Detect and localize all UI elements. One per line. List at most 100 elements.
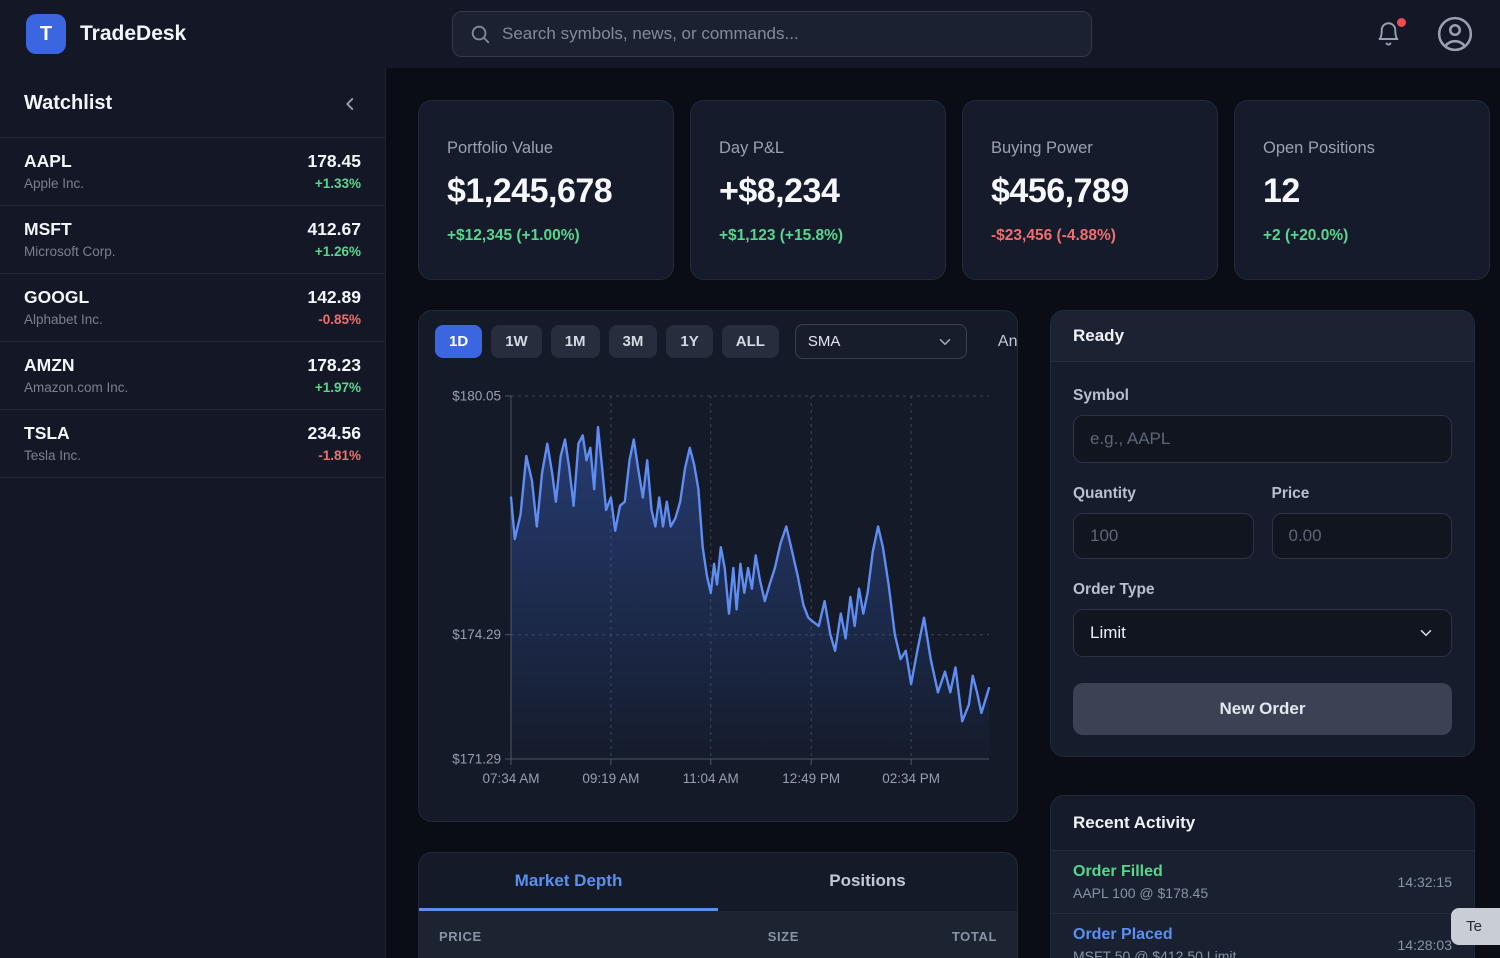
market-depth-card: Market DepthPositions PRICESIZETOTAL	[418, 852, 1018, 958]
watchlist-company: Amazon.com Inc.	[24, 380, 128, 395]
topbar: T TradeDesk	[0, 0, 1500, 68]
watchlist-company: Microsoft Corp.	[24, 244, 116, 259]
activity-detail: AAPL 100 @ $178.45	[1073, 885, 1208, 901]
new-order-button[interactable]: New Order	[1073, 683, 1452, 735]
watchlist-company: Apple Inc.	[24, 176, 84, 191]
svg-text:$171.29: $171.29	[452, 752, 501, 767]
stat-value: +$8,234	[719, 172, 917, 211]
watchlist-row-googl[interactable]: GOOGLAlphabet Inc.142.89-0.85%	[0, 274, 385, 342]
notifications-button[interactable]	[1375, 21, 1402, 48]
quantity-label: Quantity	[1073, 485, 1254, 503]
stat-value: 12	[1263, 172, 1461, 211]
chevron-down-icon	[936, 333, 954, 351]
svg-text:02:34 PM: 02:34 PM	[882, 771, 940, 786]
watchlist-row-right: 178.45+1.33%	[307, 151, 361, 191]
stat-label: Portfolio Value	[447, 139, 645, 158]
collapse-sidebar-button[interactable]	[339, 93, 361, 115]
stats-row: Portfolio Value$1,245,678+$12,345 (+1.00…	[418, 100, 1500, 280]
stat-label: Open Positions	[1263, 139, 1461, 158]
brand-name: TradeDesk	[80, 22, 186, 46]
watchlist-title: Watchlist	[24, 92, 112, 115]
activity-title: Order Filled	[1073, 863, 1208, 881]
watchlist-price: 412.67	[307, 219, 361, 240]
svg-text:$174.29: $174.29	[452, 627, 501, 642]
activity-time: 14:28:03	[1398, 937, 1453, 953]
column-header-size: SIZE	[625, 929, 811, 944]
price-chart[interactable]: $180.05$174.29$171.2907:34 AM09:19 AM11:…	[419, 366, 1018, 818]
watchlist-row-msft[interactable]: MSFT Microsoft Corp. 412.67 +1.26%	[0, 206, 385, 274]
indicator-select[interactable]: SMA	[795, 324, 967, 359]
price-input[interactable]	[1272, 513, 1453, 559]
order-type-value: Limit	[1090, 623, 1126, 643]
watchlist-symbol: MSFT	[24, 219, 116, 240]
stat-change: +2 (+20.0%)	[1263, 227, 1461, 245]
svg-text:09:19 AM: 09:19 AM	[582, 771, 639, 786]
order-status: Ready	[1051, 311, 1474, 362]
stat-card-buying-power: Buying Power$456,789-$23,456 (-4.88%)	[962, 100, 1218, 280]
column-header-price: PRICE	[439, 929, 625, 944]
watchlist-row-left: AAPL Apple Inc.	[24, 151, 84, 191]
watchlist-row-tsla[interactable]: TSLA Tesla Inc. 234.56-1.81%	[0, 410, 385, 478]
watchlist-row-amzn[interactable]: AMZN Amazon.com Inc. 178.23 +1.97%	[0, 342, 385, 410]
notification-badge	[1397, 18, 1406, 27]
watchlist-change: -0.85%	[307, 312, 361, 327]
price-label: Price	[1272, 485, 1453, 503]
stat-card-open-positions: Open Positions 12 +2 (+20.0%)	[1234, 100, 1490, 280]
search-bar[interactable]	[452, 11, 1092, 57]
main-area: Portfolio Value$1,245,678+$12,345 (+1.00…	[386, 68, 1500, 958]
order-type-select[interactable]: Limit	[1073, 609, 1452, 657]
recent-activity-card: Recent Activity Order Filled AAPL 100 @ $…	[1050, 795, 1475, 958]
range-button-all[interactable]: ALL	[722, 325, 779, 358]
symbol-input[interactable]	[1073, 415, 1452, 463]
activity-title: Order Placed	[1073, 926, 1236, 944]
depth-tabs: Market DepthPositions	[419, 853, 1017, 911]
watchlist-row-left: AMZN Amazon.com Inc.	[24, 355, 128, 395]
tab-positions[interactable]: Positions	[718, 853, 1017, 911]
price-chart-card: 1D1W1M3M1YALL SMA Anno $180.05$174.29$17…	[418, 310, 1018, 822]
search-icon	[469, 23, 491, 45]
stat-value: $456,789	[991, 172, 1189, 211]
watchlist-price: 234.56	[307, 423, 361, 444]
chevron-down-icon	[1417, 624, 1435, 642]
range-button-1y[interactable]: 1Y	[666, 325, 712, 358]
watchlist-symbol: AAPL	[24, 151, 84, 172]
depth-table-header: PRICESIZETOTAL	[419, 911, 1017, 958]
watchlist-symbol: TSLA	[24, 423, 81, 444]
watchlist-row-left: TSLA Tesla Inc.	[24, 423, 81, 463]
range-button-1d[interactable]: 1D	[435, 325, 482, 358]
order-ticket-card: Ready Symbol Quantity Price	[1050, 310, 1475, 757]
stat-card-portfolio-value: Portfolio Value$1,245,678+$12,345 (+1.00…	[418, 100, 674, 280]
toast: Te	[1451, 908, 1500, 945]
symbol-label: Symbol	[1073, 387, 1452, 405]
activity-row-left: Order Filled AAPL 100 @ $178.45	[1073, 863, 1208, 901]
activity-rows: Order FilledAAPL 100 @ $178.4514:32:15Or…	[1051, 851, 1474, 958]
watchlist-symbol: AMZN	[24, 355, 128, 376]
stat-label: Buying Power	[991, 139, 1189, 158]
activity-detail: MSFT 50 @ $412.50 Limit	[1073, 948, 1236, 958]
watchlist-price: 178.23	[307, 355, 361, 376]
svg-text:07:34 AM: 07:34 AM	[482, 771, 539, 786]
recent-activity-title: Recent Activity	[1051, 796, 1474, 851]
watchlist-change: +1.97%	[307, 380, 361, 395]
stat-change: +$12,345 (+1.00%)	[447, 227, 645, 245]
watchlist-row-right: 234.56-1.81%	[307, 423, 361, 463]
activity-row: Order Placed MSFT 50 @ $412.50 Limit 14:28…	[1051, 914, 1474, 958]
annotate-button[interactable]: Anno	[998, 333, 1018, 351]
activity-time: 14:32:15	[1398, 874, 1453, 890]
topbar-actions	[1375, 15, 1474, 53]
watchlist-row-aapl[interactable]: AAPL Apple Inc. 178.45+1.33%	[0, 138, 385, 206]
indicator-select-value: SMA	[808, 333, 841, 350]
quantity-input[interactable]	[1073, 513, 1254, 559]
range-button-3m[interactable]: 3M	[609, 325, 658, 358]
range-button-1m[interactable]: 1M	[551, 325, 600, 358]
watchlist-price: 142.89	[307, 287, 361, 308]
search-input[interactable]	[502, 24, 1075, 44]
watchlist-row-right: 178.23 +1.97%	[307, 355, 361, 395]
watchlist-company: Tesla Inc.	[24, 448, 81, 463]
tab-market-depth[interactable]: Market Depth	[419, 853, 718, 911]
activity-row: Order Filled AAPL 100 @ $178.45 14:32:15	[1051, 851, 1474, 914]
activity-row-left: Order Placed MSFT 50 @ $412.50 Limit	[1073, 926, 1236, 958]
range-button-1w[interactable]: 1W	[491, 325, 542, 358]
watchlist-change: +1.26%	[307, 244, 361, 259]
profile-button[interactable]	[1436, 15, 1474, 53]
